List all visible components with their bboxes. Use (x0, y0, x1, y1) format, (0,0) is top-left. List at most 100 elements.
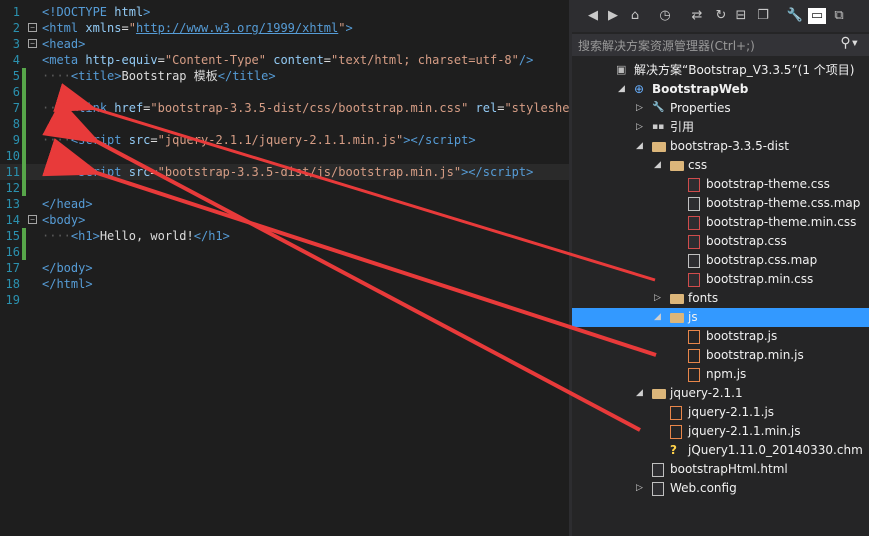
code-line[interactable]: 17 </body> (0, 260, 569, 276)
tree-item-label: bootstrap-theme.css (706, 177, 830, 191)
tree-item-label: Properties (670, 101, 731, 115)
tree-item[interactable]: ▷ fonts (572, 289, 869, 308)
tree-item[interactable]: bootstrapHtml.html (572, 460, 869, 479)
tree-item[interactable]: ▷ Web.config (572, 479, 869, 498)
tree-item-label: bootstrap.min.js (706, 348, 804, 362)
line-number: 10 (5, 149, 20, 163)
tree-item[interactable]: ◢ jquery-2.1.1 (572, 384, 869, 403)
tree-item[interactable]: bootstrap-theme.css.map (572, 194, 869, 213)
collapse-arrow-icon[interactable]: ◢ (618, 80, 628, 99)
help-file-icon: ? (670, 443, 677, 457)
code-text: <body> (42, 213, 86, 227)
code-line[interactable]: 12 (0, 180, 569, 196)
code-line[interactable]: 16 (0, 244, 569, 260)
tree-item[interactable]: ◢ css (572, 156, 869, 175)
css-file-icon (688, 273, 700, 287)
code-line[interactable]: 8 (0, 116, 569, 132)
tree-item[interactable]: ▷ ▪▪ 引用 (572, 118, 869, 137)
sync-icon[interactable]: ⇄ (688, 8, 706, 24)
expand-arrow-icon[interactable]: ▷ (636, 99, 646, 118)
expand-arrow-icon[interactable]: ▷ (654, 289, 664, 308)
show-all-files-icon[interactable]: ❐ (754, 8, 772, 24)
code-line[interactable]: 15 ····<h1>Hello, world!</h1> (0, 228, 569, 244)
solution-explorer-toolbar: ◀ ▶ ⌂ ◷ ⇄ ↻ ⊟ ❐ 🔧 ▭ ⧉ (572, 0, 869, 32)
code-text: <!DOCTYPE html> (42, 5, 151, 19)
css-file-icon (688, 216, 700, 230)
tree-item[interactable]: jquery-2.1.1.min.js (572, 422, 869, 441)
class-view-icon[interactable]: ⧉ (830, 8, 848, 24)
tree-item[interactable]: ▣ 解决方案“Bootstrap_V3.3.5”(1 个项目) (572, 61, 869, 80)
js-file-icon (670, 406, 682, 420)
line-number: 18 (5, 277, 20, 291)
code-line[interactable]: 13 </head> (0, 196, 569, 212)
folder-icon (670, 313, 684, 323)
config-file-icon (652, 482, 664, 496)
change-marker (22, 228, 26, 244)
preview-icon[interactable]: ▭ (808, 8, 826, 24)
tree-item[interactable]: bootstrap.min.css (572, 270, 869, 289)
tree-item[interactable]: bootstrap.min.js (572, 346, 869, 365)
code-line[interactable]: 3− <head> (0, 36, 569, 52)
web-project-icon: ⊕ (634, 82, 645, 96)
tree-item[interactable]: bootstrap.css.map (572, 251, 869, 270)
line-number: 2 (12, 21, 20, 35)
collapse-arrow-icon[interactable]: ◢ (636, 384, 646, 403)
tree-item[interactable]: npm.js (572, 365, 869, 384)
tree-item[interactable]: jquery-2.1.1.js (572, 403, 869, 422)
solution-explorer-search[interactable]: 搜索解决方案资源管理器(Ctrl+;) ⚲▾ (572, 34, 869, 56)
line-number: 1 (12, 5, 20, 19)
code-line[interactable]: 2− <html xmlns="http://www.w3.org/1999/xh… (0, 20, 569, 36)
properties-icon[interactable]: 🔧 (786, 8, 804, 24)
code-line[interactable]: 4 <meta http-equiv="Content-Type" content… (0, 52, 569, 68)
home-icon[interactable]: ⌂ (626, 8, 644, 24)
code-line[interactable]: 9 ····<script src="jquery-2.1.1/jquery-2.… (0, 132, 569, 148)
code-line[interactable]: 19 (0, 292, 569, 308)
code-text: ····<title>Bootstrap 模板</title> (42, 69, 276, 83)
code-line[interactable]: 1 <!DOCTYPE html> (0, 4, 569, 20)
collapse-all-icon[interactable]: ⊟ (732, 8, 750, 24)
tree-item[interactable]: bootstrap.js (572, 327, 869, 346)
refresh-icon[interactable]: ↻ (712, 8, 730, 24)
code-line[interactable]: 6 (0, 84, 569, 100)
collapse-arrow-icon[interactable]: ◢ (654, 156, 664, 175)
tree-item[interactable]: ? jQuery1.11.0_20140330.chm (572, 441, 869, 460)
folder-icon (652, 389, 666, 399)
collapse-arrow-icon[interactable]: ◢ (636, 137, 646, 156)
expand-arrow-icon[interactable]: ▷ (636, 479, 646, 498)
fold-toggle[interactable]: − (28, 23, 37, 32)
forward-icon[interactable]: ▶ (604, 8, 622, 24)
fold-toggle[interactable]: − (28, 215, 37, 224)
tree-item[interactable]: ◢ ⊕ BootstrapWeb (572, 80, 869, 99)
code-editor[interactable]: 1 <!DOCTYPE html> 2− <html xmlns="http://ww… (0, 0, 569, 536)
tree-item-label: 引用 (670, 120, 695, 134)
tree-item-label: bootstrap-3.3.5-dist (670, 139, 789, 153)
line-number: 6 (12, 85, 20, 99)
code-text: ····<script src="jquery-2.1.1/jquery-2.1… (42, 133, 476, 147)
folder-icon (670, 294, 684, 304)
tree-item[interactable]: ◢ bootstrap-3.3.5-dist (572, 137, 869, 156)
code-line[interactable]: 18 </html> (0, 276, 569, 292)
code-line[interactable]: 10 (0, 148, 569, 164)
search-icon[interactable]: ⚲▾ (840, 35, 859, 51)
tree-item-label: js (688, 310, 698, 324)
tree-item[interactable]: bootstrap-theme.min.css (572, 213, 869, 232)
tree-item[interactable]: bootstrap.css (572, 232, 869, 251)
tree-item-label: jquery-2.1.1 (670, 386, 743, 400)
code-line[interactable]: 7 ····<link href="bootstrap-3.3.5-dist/cs… (0, 100, 569, 116)
back-icon[interactable]: ◀ (584, 8, 602, 24)
code-line[interactable]: 5 ····<title>Bootstrap 模板</title> (0, 68, 569, 84)
code-text: ····<link href="bootstrap-3.3.5-dist/css… (42, 101, 569, 115)
expand-arrow-icon[interactable]: ▷ (636, 118, 646, 137)
tree-item[interactable]: bootstrap-theme.css (572, 175, 869, 194)
line-number: 14 (5, 213, 20, 227)
line-number: 12 (5, 181, 20, 195)
tree-item[interactable]: ◢ js (572, 308, 869, 327)
change-marker (22, 100, 26, 116)
fold-toggle[interactable]: − (28, 39, 37, 48)
tree-item[interactable]: ▷ 🔧 Properties (572, 99, 869, 118)
code-text: <html xmlns="http://www.w3.org/1999/xhtm… (42, 21, 353, 35)
code-line[interactable]: 11 ····<script src="bootstrap-3.3.5-dist/… (0, 164, 569, 180)
history-icon[interactable]: ◷ (656, 8, 674, 24)
code-line[interactable]: 14− <body> (0, 212, 569, 228)
collapse-arrow-icon[interactable]: ◢ (654, 308, 664, 327)
